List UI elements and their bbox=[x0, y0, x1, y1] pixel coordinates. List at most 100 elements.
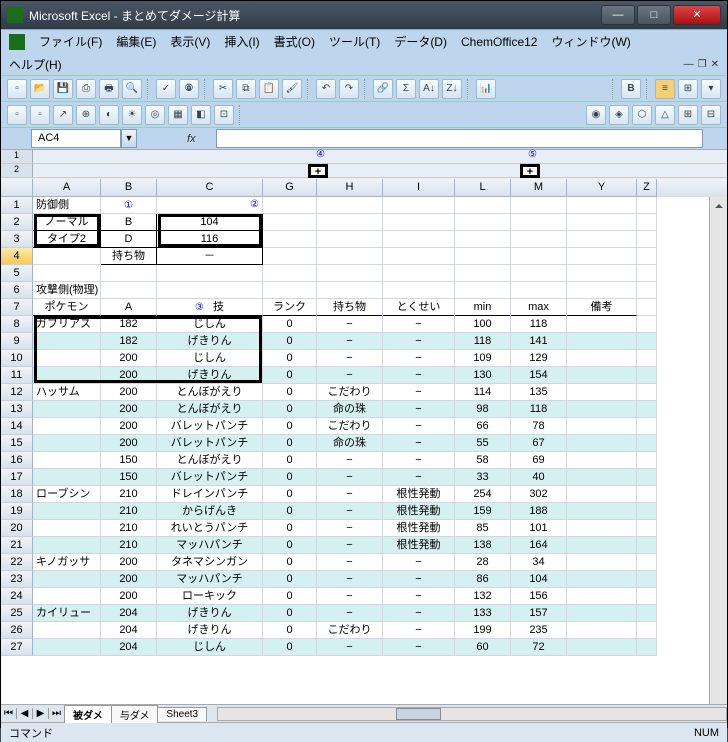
formula-bar[interactable] bbox=[216, 129, 703, 148]
cell-H13[interactable]: 命の珠 bbox=[317, 401, 383, 418]
cell-G21[interactable]: 0 bbox=[263, 537, 317, 554]
cell-L22[interactable]: 28 bbox=[455, 554, 511, 571]
cell-L1[interactable] bbox=[455, 197, 511, 214]
cell-G24[interactable]: 0 bbox=[263, 588, 317, 605]
cell-I16[interactable]: − bbox=[383, 452, 455, 469]
preview-icon[interactable]: 🔍 bbox=[122, 79, 142, 99]
cell-Z6[interactable] bbox=[637, 282, 657, 299]
cell-H3[interactable] bbox=[317, 231, 383, 248]
cell-Y21[interactable] bbox=[567, 537, 637, 554]
col-C[interactable]: C bbox=[157, 179, 263, 197]
col-H[interactable]: H bbox=[317, 179, 383, 197]
vertical-scrollbar[interactable] bbox=[709, 197, 727, 704]
cell-L26[interactable]: 199 bbox=[455, 622, 511, 639]
cut-icon[interactable]: ✂ bbox=[213, 79, 233, 99]
cell-B27[interactable]: 204 bbox=[101, 639, 157, 656]
cell-Z12[interactable] bbox=[637, 384, 657, 401]
row-header[interactable]: 18 bbox=[1, 486, 33, 503]
cell-C21[interactable]: マッハパンチ bbox=[157, 537, 263, 554]
cell-G1[interactable] bbox=[263, 197, 317, 214]
cell-M6[interactable] bbox=[511, 282, 567, 299]
cell-C12[interactable]: とんぼがえり bbox=[157, 384, 263, 401]
cell-I7[interactable]: とくせい bbox=[383, 299, 455, 316]
cell-Z19[interactable] bbox=[637, 503, 657, 520]
cell-I11[interactable]: − bbox=[383, 367, 455, 384]
cell-M16[interactable]: 69 bbox=[511, 452, 567, 469]
row-header[interactable]: 23 bbox=[1, 571, 33, 588]
cell-G2[interactable] bbox=[263, 214, 317, 231]
row-header[interactable]: 14 bbox=[1, 418, 33, 435]
cell-C27[interactable]: じしん bbox=[157, 639, 263, 656]
cell-C9[interactable]: げきりん bbox=[157, 333, 263, 350]
cell-C8[interactable]: じしん bbox=[157, 316, 263, 333]
chem-d-icon[interactable]: △ bbox=[655, 105, 675, 125]
cell-Z17[interactable] bbox=[637, 469, 657, 486]
cell-B11[interactable]: 200 bbox=[101, 367, 157, 384]
cell-G4[interactable] bbox=[263, 248, 317, 265]
cell-L13[interactable]: 98 bbox=[455, 401, 511, 418]
cell-B3[interactable]: D bbox=[101, 231, 157, 248]
cell-Y3[interactable] bbox=[567, 231, 637, 248]
cell-C10[interactable]: じしん bbox=[157, 350, 263, 367]
cell-A4[interactable] bbox=[33, 248, 101, 265]
cell-I13[interactable]: − bbox=[383, 401, 455, 418]
tool-c-icon[interactable]: ↗ bbox=[53, 105, 73, 125]
cell-Z3[interactable] bbox=[637, 231, 657, 248]
cell-L11[interactable]: 130 bbox=[455, 367, 511, 384]
cell-B21[interactable]: 210 bbox=[101, 537, 157, 554]
cell-A6[interactable]: 攻撃側(物理) bbox=[33, 282, 101, 299]
mdi-restore-icon[interactable]: ❐ bbox=[698, 59, 707, 70]
cell-C25[interactable]: げきりん bbox=[157, 605, 263, 622]
tab-prev-icon[interactable]: ◀ bbox=[17, 708, 33, 719]
cell-A22[interactable]: キノガッサ bbox=[33, 554, 101, 571]
cell-H4[interactable] bbox=[317, 248, 383, 265]
cell-B13[interactable]: 200 bbox=[101, 401, 157, 418]
cell-M1[interactable] bbox=[511, 197, 567, 214]
tab-last-icon[interactable]: ⏭ bbox=[49, 708, 65, 719]
bold-icon[interactable]: B bbox=[621, 79, 641, 99]
cell-H11[interactable]: − bbox=[317, 367, 383, 384]
cell-A5[interactable] bbox=[33, 265, 101, 282]
save-icon[interactable]: 💾 bbox=[53, 79, 73, 99]
cell-H21[interactable]: − bbox=[317, 537, 383, 554]
cell-C16[interactable]: とんぼがえり bbox=[157, 452, 263, 469]
cell-H10[interactable]: − bbox=[317, 350, 383, 367]
cell-Y15[interactable] bbox=[567, 435, 637, 452]
cell-B18[interactable]: 210 bbox=[101, 486, 157, 503]
cell-G13[interactable]: 0 bbox=[263, 401, 317, 418]
cell-Y20[interactable] bbox=[567, 520, 637, 537]
cell-B14[interactable]: 200 bbox=[101, 418, 157, 435]
cell-Y14[interactable] bbox=[567, 418, 637, 435]
cell-Y6[interactable] bbox=[567, 282, 637, 299]
cell-G7[interactable]: ランク bbox=[263, 299, 317, 316]
open-icon[interactable]: 📂 bbox=[30, 79, 50, 99]
cell-Z15[interactable] bbox=[637, 435, 657, 452]
row-header[interactable]: 9 bbox=[1, 333, 33, 350]
cell-I18[interactable]: 根性発動 bbox=[383, 486, 455, 503]
cell-C6[interactable] bbox=[157, 282, 263, 299]
outline-level-1[interactable]: 1 bbox=[1, 150, 33, 164]
cell-C20[interactable]: れいとうパンチ bbox=[157, 520, 263, 537]
cell-C5[interactable] bbox=[157, 265, 263, 282]
cell-B17[interactable]: 150 bbox=[101, 469, 157, 486]
menu-file[interactable]: ファイル(F) bbox=[39, 33, 102, 50]
menu-chemoffice[interactable]: ChemOffice12 bbox=[461, 35, 537, 49]
cell-A26[interactable] bbox=[33, 622, 101, 639]
cell-M14[interactable]: 78 bbox=[511, 418, 567, 435]
cell-L23[interactable]: 86 bbox=[455, 571, 511, 588]
cell-M11[interactable]: 154 bbox=[511, 367, 567, 384]
format-painter-icon[interactable]: 🖌 bbox=[282, 79, 302, 99]
cell-Z21[interactable] bbox=[637, 537, 657, 554]
cell-L17[interactable]: 33 bbox=[455, 469, 511, 486]
tool-a-icon[interactable]: ▫ bbox=[7, 105, 27, 125]
row-header[interactable]: 26 bbox=[1, 622, 33, 639]
cell-I15[interactable]: − bbox=[383, 435, 455, 452]
cell-A3[interactable]: タイプ2 bbox=[33, 231, 101, 248]
new-icon[interactable]: ▫ bbox=[7, 79, 27, 99]
cell-C2[interactable]: 104 bbox=[157, 214, 263, 231]
col-Y[interactable]: Y bbox=[567, 179, 637, 197]
cell-C24[interactable]: ローキック bbox=[157, 588, 263, 605]
cell-H14[interactable]: こだわり bbox=[317, 418, 383, 435]
cell-I25[interactable]: − bbox=[383, 605, 455, 622]
cell-H26[interactable]: こだわり bbox=[317, 622, 383, 639]
